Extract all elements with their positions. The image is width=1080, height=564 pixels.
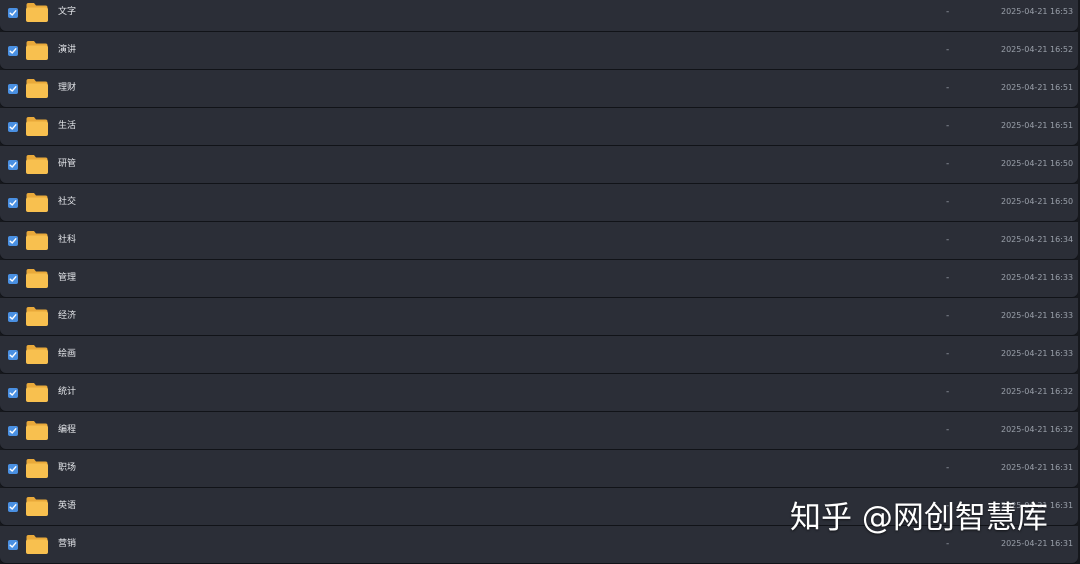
file-name[interactable]: 统计 [58,385,76,399]
folder-icon [25,534,49,555]
file-size: - [946,273,950,283]
checkbox-checked-icon[interactable] [8,198,18,208]
checkbox-checked-icon[interactable] [8,426,18,436]
folder-icon [25,420,49,441]
file-name[interactable]: 生活 [58,119,76,133]
file-name[interactable]: 管理 [58,271,76,285]
file-row[interactable]: 英语 - 2025-04-21 16:31 [0,488,1078,525]
file-row[interactable]: 文字 - 2025-04-21 16:53 [0,0,1078,31]
file-name[interactable]: 演讲 [58,43,76,57]
file-size: - [946,311,950,321]
modified-date: 2025-04-21 16:53 [1001,7,1074,16]
file-list: 文字 - 2025-04-21 16:53 演讲 - 2025-04-21 16:52 理财… [0,0,1080,564]
file-row[interactable]: 生活 - 2025-04-21 16:51 [0,108,1078,145]
checkbox-checked-icon[interactable] [8,122,18,132]
file-size: - [946,425,950,435]
modified-date: 2025-04-21 16:31 [1001,501,1074,510]
folder-icon [25,458,49,479]
checkbox-checked-icon[interactable] [8,236,18,246]
checkbox-checked-icon[interactable] [8,464,18,474]
file-size: - [946,45,950,55]
modified-date: 2025-04-21 16:51 [1001,83,1074,92]
folder-icon [25,230,49,251]
file-row[interactable]: 职场 - 2025-04-21 16:31 [0,450,1078,487]
folder-icon [25,306,49,327]
file-name[interactable]: 文字 [58,5,76,19]
file-size: - [946,197,950,207]
modified-date: 2025-04-21 16:31 [1001,539,1074,548]
modified-date: 2025-04-21 16:51 [1001,121,1074,130]
file-name[interactable]: 英语 [58,499,76,513]
file-name[interactable]: 编程 [58,423,76,437]
modified-date: 2025-04-21 16:33 [1001,273,1074,282]
checkbox-checked-icon[interactable] [8,350,18,360]
file-size: - [946,463,950,473]
folder-icon [25,154,49,175]
file-name[interactable]: 理财 [58,81,76,95]
file-row[interactable]: 编程 - 2025-04-21 16:32 [0,412,1078,449]
file-size: - [946,7,950,17]
modified-date: 2025-04-21 16:52 [1001,45,1074,54]
modified-date: 2025-04-21 16:34 [1001,235,1074,244]
checkbox-checked-icon[interactable] [8,160,18,170]
folder-icon [25,2,49,23]
checkbox-checked-icon[interactable] [8,8,18,18]
file-name[interactable]: 社科 [58,233,76,247]
folder-icon [25,382,49,403]
file-name[interactable]: 经济 [58,309,76,323]
file-row[interactable]: 营销 - 2025-04-21 16:31 [0,526,1078,563]
file-row[interactable]: 绘画 - 2025-04-21 16:33 [0,336,1078,373]
checkbox-checked-icon[interactable] [8,84,18,94]
file-row[interactable]: 经济 - 2025-04-21 16:33 [0,298,1078,335]
file-name[interactable]: 职场 [58,461,76,475]
file-row[interactable]: 社交 - 2025-04-21 16:50 [0,184,1078,221]
modified-date: 2025-04-21 16:31 [1001,463,1074,472]
checkbox-checked-icon[interactable] [8,312,18,322]
file-size: - [946,539,950,549]
modified-date: 2025-04-21 16:33 [1001,349,1074,358]
file-size: - [946,235,950,245]
folder-icon [25,268,49,289]
file-size: - [946,83,950,93]
file-size: - [946,387,950,397]
file-size: - [946,349,950,359]
checkbox-checked-icon[interactable] [8,388,18,398]
folder-icon [25,78,49,99]
file-size: - [946,121,950,131]
modified-date: 2025-04-21 16:33 [1001,311,1074,320]
modified-date: 2025-04-21 16:50 [1001,159,1074,168]
file-size: - [946,159,950,169]
checkbox-checked-icon[interactable] [8,540,18,550]
file-row[interactable]: 社科 - 2025-04-21 16:34 [0,222,1078,259]
folder-icon [25,344,49,365]
folder-icon [25,192,49,213]
checkbox-checked-icon[interactable] [8,274,18,284]
folder-icon [25,40,49,61]
modified-date: 2025-04-21 16:50 [1001,197,1074,206]
file-size: - [946,501,950,511]
checkbox-checked-icon[interactable] [8,502,18,512]
file-name[interactable]: 营销 [58,537,76,551]
file-name[interactable]: 研管 [58,157,76,171]
checkbox-checked-icon[interactable] [8,46,18,56]
file-row[interactable]: 统计 - 2025-04-21 16:32 [0,374,1078,411]
file-name[interactable]: 社交 [58,195,76,209]
file-row[interactable]: 演讲 - 2025-04-21 16:52 [0,32,1078,69]
modified-date: 2025-04-21 16:32 [1001,425,1074,434]
file-row[interactable]: 管理 - 2025-04-21 16:33 [0,260,1078,297]
file-row[interactable]: 理财 - 2025-04-21 16:51 [0,70,1078,107]
file-row[interactable]: 研管 - 2025-04-21 16:50 [0,146,1078,183]
folder-icon [25,116,49,137]
file-name[interactable]: 绘画 [58,347,76,361]
modified-date: 2025-04-21 16:32 [1001,387,1074,396]
folder-icon [25,496,49,517]
